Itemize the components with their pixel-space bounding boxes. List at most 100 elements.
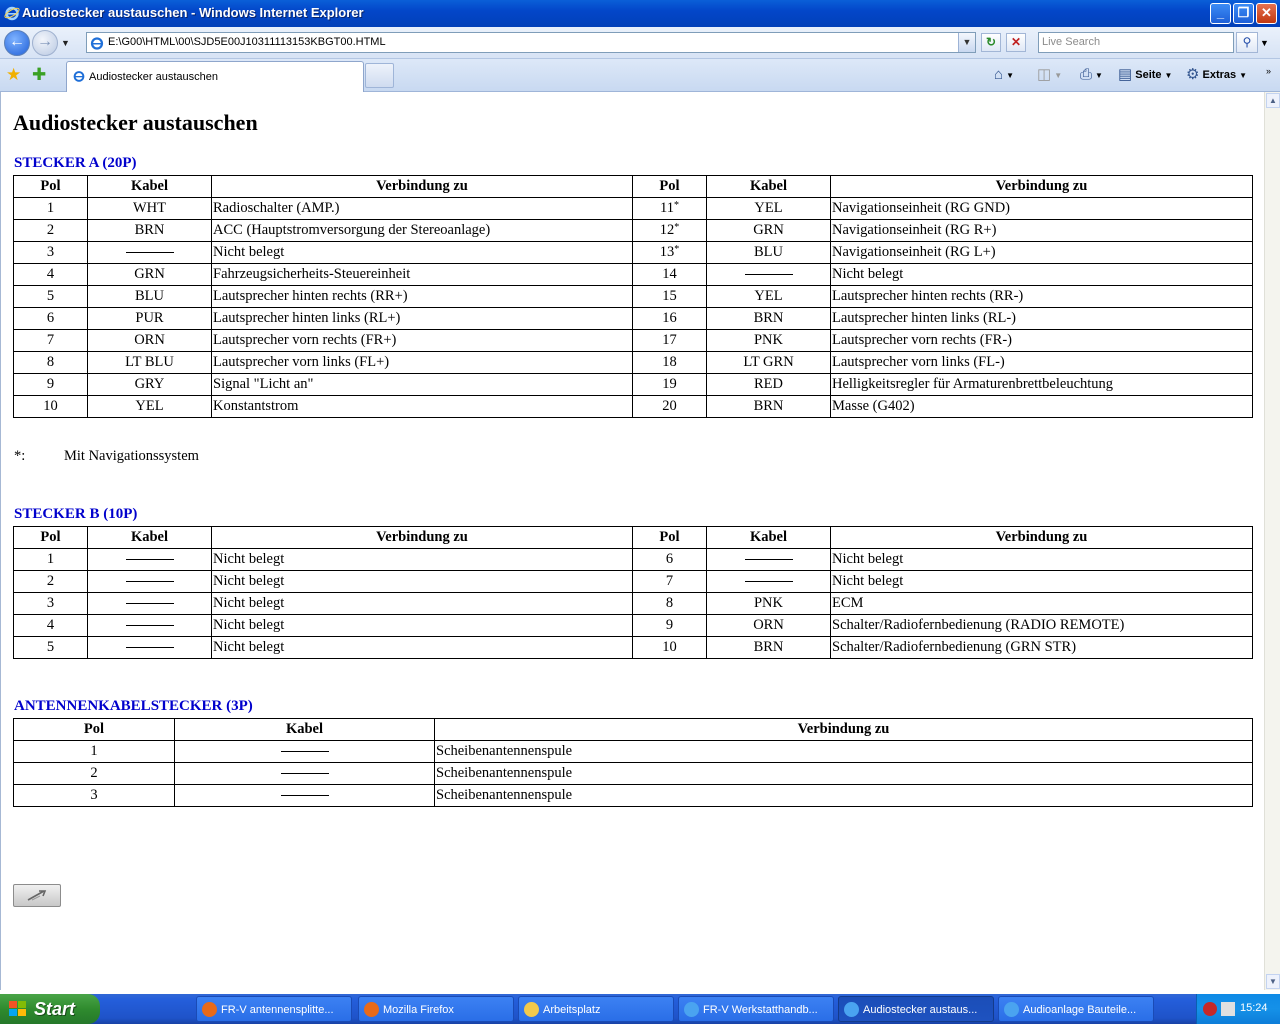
taskbar-button[interactable]: Arbeitsplatz <box>518 996 674 1022</box>
pin-number: 16 <box>632 307 707 330</box>
tab-label: Audiostecker austauschen <box>89 71 219 83</box>
minimize-button[interactable]: _ <box>1210 3 1231 24</box>
pin-number: 9 <box>13 373 88 396</box>
empty-dash <box>744 274 793 276</box>
connection: Signal "Licht an" <box>211 373 633 396</box>
add-favorite-icon[interactable]: ✚ <box>32 65 46 85</box>
taskbar-button[interactable]: Audioanlage Bauteile... <box>998 996 1154 1022</box>
empty-dash <box>125 647 174 649</box>
maximize-button[interactable]: ❐ <box>1233 3 1254 24</box>
table-row: 2 BRN ACC (Hauptstromversorgung der Stereo… <box>13 219 1253 242</box>
home-button[interactable]: ⌂ ▼ <box>994 65 1014 85</box>
taskbar-button[interactable]: Mozilla Firefox <box>358 996 514 1022</box>
pin-number: 20 <box>632 395 707 418</box>
start-button[interactable]: Start <box>0 994 100 1024</box>
header-pol: Pol <box>632 175 707 198</box>
taskbar-button[interactable]: FR-V Werkstatthandb... <box>678 996 834 1022</box>
connection: Navigationseinheit (RG L+) <box>830 241 1253 264</box>
connection: Scheibenantennenspule <box>434 740 1253 763</box>
connection: Nicht belegt <box>830 263 1253 286</box>
refresh-button[interactable]: ↻ <box>981 33 1001 52</box>
empty-dash <box>125 625 174 627</box>
close-button[interactable]: ✕ <box>1256 3 1277 24</box>
connection: Lautsprecher hinten rechts (RR-) <box>830 285 1253 308</box>
wire-color: BLU <box>87 285 212 308</box>
pin-number: 6 <box>632 548 707 571</box>
wire-color <box>706 548 831 571</box>
feeds-button[interactable]: ◫ ▼ <box>1037 65 1062 85</box>
empty-dash <box>280 795 329 797</box>
search-button[interactable]: ⚲ <box>1236 32 1258 53</box>
pin-number-text: 12 <box>659 222 675 238</box>
address-text[interactable]: E:\G00\HTML\00\SJD5E00J10311113153KBGT00… <box>108 36 386 48</box>
scroll-down-icon[interactable]: ▼ <box>1266 974 1280 989</box>
wire-color: GRY <box>87 373 212 396</box>
header-kabel: Kabel <box>706 526 831 549</box>
tools-menu-button[interactable]: ⚙ Extras ▼ <box>1186 65 1247 85</box>
new-tab-button[interactable] <box>365 63 394 88</box>
forward-button[interactable]: → <box>32 30 58 56</box>
taskbar-button[interactable]: Audiostecker austaus... <box>838 996 994 1022</box>
tray-app-icon[interactable] <box>1203 1002 1217 1016</box>
address-dropdown-icon[interactable]: ▼ <box>958 33 975 52</box>
history-dropdown-icon[interactable]: ▼ <box>61 38 70 48</box>
empty-dash <box>125 559 174 561</box>
ie-page-icon <box>90 37 104 50</box>
chevron-down-icon: ▼ <box>1006 71 1014 80</box>
pin-number-text: 11 <box>660 200 674 216</box>
address-bar[interactable]: E:\G00\HTML\00\SJD5E00J10311113153KBGT00… <box>86 32 976 53</box>
search-input[interactable]: Live Search <box>1038 32 1234 53</box>
wire-color: YEL <box>706 285 831 308</box>
connection: Schalter/Radiofernbedienung (GRN STR) <box>830 636 1253 659</box>
connection: Lautsprecher hinten rechts (RR+) <box>211 285 633 308</box>
back-button[interactable]: ← <box>4 30 30 56</box>
wire-color: BLU <box>706 241 831 264</box>
pin-number-text: 17 <box>662 332 677 348</box>
stop-button[interactable]: ✕ <box>1006 33 1026 52</box>
connection: Nicht belegt <box>211 241 633 264</box>
taskbar-button-label: FR-V Werkstatthandb... <box>703 1004 818 1016</box>
network-icon[interactable] <box>1221 1002 1235 1016</box>
table-row: 3 Scheibenantennenspule <box>13 784 1253 807</box>
wire-color: YEL <box>706 197 831 220</box>
pin-number: 5 <box>13 285 88 308</box>
header-pol: Pol <box>13 718 175 741</box>
search-dropdown-icon[interactable]: ▼ <box>1260 38 1269 48</box>
vertical-scrollbar[interactable]: ▲ ▼ <box>1264 92 1280 990</box>
folder-icon <box>524 1002 539 1017</box>
page-menu-button[interactable]: ▤ Seite ▼ <box>1118 65 1172 85</box>
connection: Helligkeitsregler für Armaturenbrettbele… <box>830 373 1253 396</box>
connector-a-table: Pol Kabel Verbindung zu Pol Kabel Verbin… <box>13 175 1253 418</box>
taskbar-button[interactable]: FR-V antennensplitte... <box>196 996 352 1022</box>
print-button[interactable]: ⎙ ▼ <box>1080 65 1103 85</box>
table-row: 5 Nicht belegt 10 BRN Schalter/Radiofernbedi… <box>13 636 1253 659</box>
connection: Scheibenantennenspule <box>434 762 1253 785</box>
table-row: 6 PUR Lautsprecher hinten links (RL+) 16 BRN… <box>13 307 1253 330</box>
header-kabel: Kabel <box>174 718 435 741</box>
pin-number: 3 <box>13 784 175 807</box>
table-row: 8 LT BLU Lautsprecher vorn links (FL+) 18 LT… <box>13 351 1253 374</box>
pin-number: 2 <box>13 219 88 242</box>
pin-number-text: 14 <box>662 266 677 282</box>
table-row: 1 Scheibenantennenspule <box>13 740 1253 763</box>
wire-color <box>87 614 212 637</box>
rss-icon: ◫ <box>1037 66 1052 84</box>
connection: Lautsprecher vorn links (FL-) <box>830 351 1253 374</box>
scroll-up-icon[interactable]: ▲ <box>1266 93 1280 108</box>
header-verbindung: Verbindung zu <box>830 526 1253 549</box>
taskbar-button-label: Audioanlage Bauteile... <box>1023 1004 1137 1016</box>
connector-c-table: Pol Kabel Verbindung zu 1 Scheibenantenne… <box>13 718 1253 807</box>
pin-number: 10 <box>632 636 707 659</box>
back-link-button[interactable] <box>13 884 61 907</box>
pin-number: 7 <box>13 329 88 352</box>
pin-number: 18 <box>632 351 707 374</box>
pin-number: 14 <box>632 263 707 286</box>
connection: Schalter/Radiofernbedienung (RADIO REMOT… <box>830 614 1253 637</box>
header-verbindung: Verbindung zu <box>830 175 1253 198</box>
toolbar-overflow-icon[interactable]: » <box>1266 61 1271 81</box>
header-pol: Pol <box>632 526 707 549</box>
tab-audiostecker[interactable]: Audiostecker austauschen <box>66 61 364 92</box>
pin-number: 7 <box>632 570 707 593</box>
pin-number: 15 <box>632 285 707 308</box>
favorites-star-icon[interactable]: ★ <box>6 65 21 85</box>
